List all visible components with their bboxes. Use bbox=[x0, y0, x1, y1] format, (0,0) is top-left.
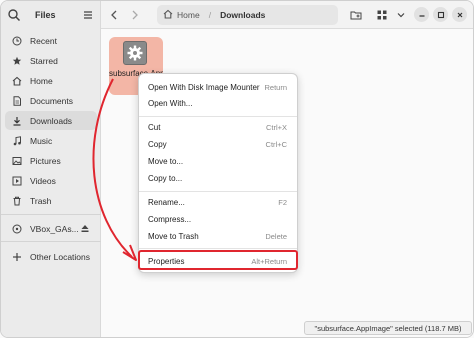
sidebar-item-home[interactable]: Home bbox=[5, 71, 97, 90]
menu-item-accel: Ctrl+C bbox=[265, 139, 287, 149]
forward-button[interactable] bbox=[129, 9, 141, 21]
search-icon[interactable] bbox=[7, 8, 21, 22]
breadcrumb-current[interactable]: Downloads bbox=[220, 10, 265, 20]
menu-item-cut[interactable]: Cut Ctrl+X bbox=[143, 119, 293, 135]
sidebar-item-label: Videos bbox=[30, 175, 56, 186]
sidebar-item-music[interactable]: Music bbox=[5, 131, 97, 150]
sidebar-item-label: Trash bbox=[30, 195, 52, 206]
sidebar-item-label: Documents bbox=[30, 95, 73, 106]
menu-item-accel: Return bbox=[264, 82, 287, 92]
sidebar: Files Recent Starred Home Documents Down… bbox=[1, 1, 101, 337]
star-icon bbox=[12, 56, 22, 66]
header-bar: Home / Downloads bbox=[101, 1, 473, 29]
sidebar-item-label: Recent bbox=[30, 35, 57, 46]
picture-icon bbox=[12, 156, 22, 166]
menu-item-label: Compress... bbox=[148, 214, 192, 224]
menu-item-open-with[interactable]: Open With... bbox=[143, 95, 293, 111]
sidebar-item-label: VBox_GAs... bbox=[30, 223, 79, 234]
sidebar-item-documents[interactable]: Documents bbox=[5, 91, 97, 110]
menu-item-copy-to[interactable]: Copy to... bbox=[143, 170, 293, 186]
sidebar-item-trash[interactable]: Trash bbox=[5, 191, 97, 210]
menu-item-label: Cut bbox=[148, 122, 161, 132]
chevron-down-icon[interactable] bbox=[395, 9, 407, 21]
view-toggle-icon[interactable] bbox=[376, 9, 388, 21]
menu-item-label: Open With... bbox=[148, 98, 193, 108]
back-button[interactable] bbox=[108, 9, 120, 21]
sidebar-item-label: Pictures bbox=[30, 155, 61, 166]
menu-item-accel: F2 bbox=[278, 197, 287, 207]
menu-item-rename[interactable]: Rename... F2 bbox=[143, 194, 293, 210]
menu-separator bbox=[139, 191, 297, 192]
menu-item-accel: Delete bbox=[265, 231, 287, 241]
clock-icon bbox=[12, 36, 22, 46]
minimize-button[interactable] bbox=[414, 7, 429, 22]
menu-item-label: Rename... bbox=[148, 197, 185, 207]
music-icon bbox=[12, 135, 22, 146]
document-icon bbox=[12, 95, 22, 106]
menu-item-label: Move to Trash bbox=[148, 231, 199, 241]
menu-separator bbox=[139, 248, 297, 249]
menu-item-copy[interactable]: Copy Ctrl+C bbox=[143, 136, 293, 152]
path-bar[interactable]: Home / Downloads bbox=[157, 5, 338, 25]
sidebar-item-downloads[interactable]: Downloads bbox=[5, 111, 97, 130]
sidebar-item-label: Home bbox=[30, 75, 53, 86]
hamburger-menu-icon[interactable] bbox=[82, 9, 94, 21]
breadcrumb-home-label: Home bbox=[177, 10, 200, 20]
menu-item-label: Copy to... bbox=[148, 173, 183, 183]
new-folder-icon[interactable] bbox=[350, 9, 362, 21]
gear-icon bbox=[123, 41, 147, 65]
breadcrumb-home[interactable]: Home bbox=[163, 9, 200, 21]
menu-item-compress[interactable]: Compress... bbox=[143, 211, 293, 227]
sidebar-item-label: Other Locations bbox=[30, 251, 91, 262]
sidebar-divider bbox=[1, 241, 101, 242]
sidebar-item-vbox[interactable]: VBox_GAs... bbox=[5, 219, 97, 238]
files-window: Files Recent Starred Home Documents Down… bbox=[0, 0, 474, 338]
context-menu: Open With Disk Image Mounter Return Open… bbox=[138, 73, 298, 273]
menu-item-move-to-trash[interactable]: Move to Trash Delete bbox=[143, 228, 293, 244]
sidebar-item-label: Downloads bbox=[30, 115, 73, 126]
disc-icon bbox=[12, 224, 22, 234]
sidebar-item-other-locations[interactable]: Other Locations bbox=[5, 247, 97, 266]
plus-icon bbox=[12, 252, 22, 262]
breadcrumb-separator: / bbox=[208, 10, 212, 20]
status-label: "subsurface.AppImage" selected (118.7 MB… bbox=[304, 321, 472, 335]
menu-item-label: Move to... bbox=[148, 156, 184, 166]
app-title: Files bbox=[35, 10, 56, 20]
menu-separator bbox=[139, 116, 297, 117]
video-icon bbox=[12, 176, 22, 186]
sidebar-item-recent[interactable]: Recent bbox=[5, 31, 97, 50]
sidebar-item-videos[interactable]: Videos bbox=[5, 171, 97, 190]
home-icon bbox=[163, 9, 173, 21]
sidebar-item-label: Starred bbox=[30, 55, 58, 66]
eject-icon[interactable] bbox=[81, 224, 89, 233]
home-icon bbox=[12, 76, 22, 86]
maximize-button[interactable] bbox=[433, 7, 448, 22]
sidebar-item-starred[interactable]: Starred bbox=[5, 51, 97, 70]
sidebar-header: Files bbox=[1, 1, 101, 29]
sidebar-item-pictures[interactable]: Pictures bbox=[5, 151, 97, 170]
menu-item-open-with-disk-image-mounter[interactable]: Open With Disk Image Mounter Return bbox=[143, 79, 293, 95]
sidebar-item-label: Music bbox=[30, 135, 53, 146]
annotation-highlight-box bbox=[138, 250, 298, 270]
download-icon bbox=[12, 116, 22, 126]
trash-icon bbox=[12, 196, 22, 206]
sidebar-divider bbox=[1, 214, 101, 215]
menu-item-accel: Ctrl+X bbox=[265, 122, 287, 132]
close-button[interactable] bbox=[452, 7, 467, 22]
menu-item-move-to[interactable]: Move to... bbox=[143, 153, 293, 169]
menu-item-label: Copy bbox=[148, 139, 167, 149]
menu-item-label: Open With Disk Image Mounter bbox=[148, 82, 260, 92]
